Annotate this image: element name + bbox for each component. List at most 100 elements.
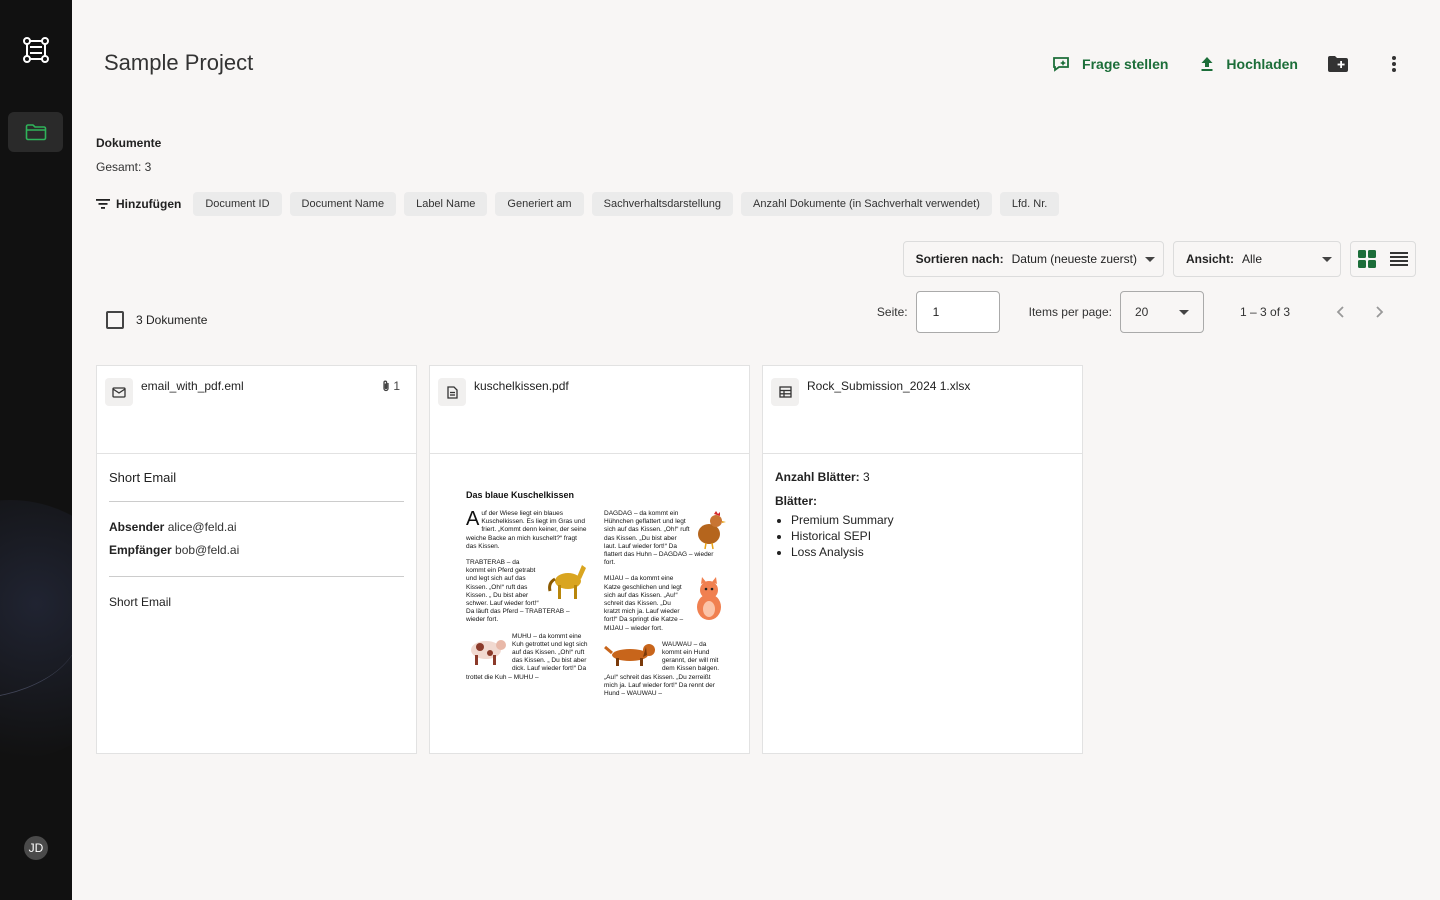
filter-chip-document-id[interactable]: Document ID: [193, 192, 282, 216]
select-all-checkbox[interactable]: [106, 311, 124, 329]
chevron-right-icon: [1376, 306, 1384, 318]
email-icon: [105, 378, 133, 406]
cat-illustration-icon: [697, 577, 721, 621]
sheet-item: Premium Summary: [791, 512, 1070, 528]
pdf-paragraph: MIJAU – da kommt eine Katze geschlichen …: [604, 575, 684, 632]
recipient-label: Empfänger: [109, 543, 172, 557]
chevron-left-icon: [1336, 306, 1344, 318]
items-per-page-value: 20: [1135, 305, 1149, 319]
pdf-page: Das blaue Kuschelkissen Auf der Wiese li…: [466, 490, 726, 706]
table-icon: [771, 378, 799, 406]
avatar[interactable]: JD: [24, 836, 48, 860]
page-range: 1 – 3 of 3: [1240, 305, 1291, 319]
sheet-count-value: 3: [863, 470, 870, 484]
sheet-item: Loss Analysis: [791, 544, 1070, 560]
list-view-button[interactable]: [1383, 242, 1415, 276]
view-value: Alle: [1242, 252, 1263, 266]
document-card[interactable]: email_with_pdf.eml 1 Short Email Absende…: [96, 365, 417, 754]
sort-view-toolbar: Sortieren nach: Datum (neueste zuerst) A…: [894, 241, 1416, 277]
page-title: Sample Project: [104, 50, 254, 75]
attachment-count-value: 1: [393, 379, 400, 393]
upload-icon: [1201, 57, 1213, 71]
filter-chip-label-name[interactable]: Label Name: [404, 192, 488, 216]
sheet-count-label: Anzahl Blätter:: [775, 470, 860, 484]
more-options-button[interactable]: [1378, 48, 1410, 80]
page-input[interactable]: [915, 291, 1000, 333]
document-card[interactable]: kuschelkissen.pdf Das blaue Kuschelkisse…: [429, 365, 750, 754]
sheet-list: Premium Summary Historical SEPI Loss Ana…: [775, 512, 1070, 560]
paperclip-icon: [383, 380, 389, 392]
page-label: Seite:: [876, 305, 908, 319]
list-view-icon: [1390, 252, 1408, 266]
grid-view-button[interactable]: [1351, 242, 1383, 276]
select-all-label: 3 Dokumente: [136, 313, 208, 327]
items-per-page-label: Items per page:: [1028, 305, 1112, 319]
more-vert-icon: [1392, 56, 1396, 72]
view-filter-select[interactable]: Ansicht: Alle: [1173, 241, 1341, 277]
recipient-value: bob@feld.ai: [175, 543, 240, 557]
document-card[interactable]: Rock_Submission_2024 1.xlsx Anzahl Blätt…: [762, 365, 1083, 754]
logo-icon[interactable]: [22, 36, 50, 64]
sort-label: Sortieren nach:: [915, 252, 1004, 266]
sheet-item: Historical SEPI: [791, 528, 1070, 544]
select-all: 3 Dokumente: [106, 311, 207, 329]
header-actions: Frage stellen Hochladen: [1020, 48, 1410, 80]
sidebar: JD: [0, 0, 72, 900]
ask-question-button[interactable]: Frage stellen: [1052, 55, 1168, 73]
sender-label: Absender: [109, 520, 165, 534]
filter-icon: [96, 199, 110, 209]
document-name[interactable]: kuschelkissen.pdf: [474, 379, 569, 393]
folder-icon: [25, 124, 46, 141]
section-title: Dokumente: [96, 136, 162, 150]
filter-chip-generated-at[interactable]: Generiert am: [495, 192, 584, 216]
sort-value: Datum (neueste zuerst): [1011, 252, 1137, 266]
add-filter-label: Hinzufügen: [116, 197, 182, 211]
filter-chip-document-count[interactable]: Anzahl Dokumente (in Sachverhalt verwend…: [741, 192, 992, 216]
sort-select[interactable]: Sortieren nach: Datum (neueste zuerst): [902, 241, 1164, 277]
filter-chip-serial-number[interactable]: Lfd. Nr.: [999, 192, 1060, 216]
upload-label: Hochladen: [1226, 56, 1298, 72]
ask-question-label: Frage stellen: [1082, 56, 1169, 72]
chevron-down-icon: [1179, 309, 1189, 315]
document-name[interactable]: Rock_Submission_2024 1.xlsx: [807, 379, 970, 393]
grid-view-icon: [1358, 250, 1376, 268]
next-page-button[interactable]: [1360, 292, 1400, 332]
sender-value: alice@feld.ai: [167, 520, 237, 534]
card-header: Rock_Submission_2024 1.xlsx: [763, 366, 1082, 454]
dog-illustration-icon: [604, 643, 655, 666]
ask-question-icon: [1053, 57, 1069, 72]
email-preview: Short Email Absender alice@feld.ai Empfä…: [97, 454, 416, 625]
items-per-page-select[interactable]: 20: [1120, 291, 1204, 333]
sidebar-item-documents[interactable]: [8, 112, 63, 152]
filter-bar: Hinzufügen Document ID Document Name Lab…: [96, 192, 1067, 216]
card-header: email_with_pdf.eml 1: [97, 366, 416, 454]
folder-plus-icon: [1328, 56, 1348, 72]
pdf-dropcap: A: [466, 508, 480, 530]
sheets-label: Blätter:: [775, 494, 818, 508]
filter-chip-case-description[interactable]: Sachverhaltsdarstellung: [591, 192, 734, 216]
document-name[interactable]: email_with_pdf.eml: [141, 379, 244, 393]
pdf-paragraph: uf der Wiese liegt ein blaues Kuschelkis…: [466, 510, 587, 550]
paginator: Seite: Items per page: 20 1 – 3 of 3: [877, 291, 1400, 333]
chevron-down-icon: [1322, 256, 1332, 262]
email-subject: Short Email: [109, 470, 404, 502]
document-icon: [438, 378, 466, 406]
new-folder-button[interactable]: [1322, 48, 1354, 80]
upload-button[interactable]: Hochladen: [1200, 56, 1298, 72]
pdf-column-left: Auf der Wiese liegt ein blaues Kuschelki…: [466, 508, 588, 706]
pdf-column-right: DAGDAG – da kommt ein Hühnchen geflatter…: [604, 510, 726, 706]
chicken-illustration-icon: [698, 511, 726, 550]
cow-illustration-icon: [471, 639, 506, 665]
email-meta: Absender alice@feld.ai Empfänger bob@fel…: [109, 502, 404, 577]
document-total: Gesamt: 3: [96, 160, 152, 174]
card-header: kuschelkissen.pdf: [430, 366, 749, 454]
add-filter-button[interactable]: Hinzufügen: [96, 197, 181, 211]
horse-illustration-icon: [548, 565, 586, 600]
previous-page-button[interactable]: [1320, 292, 1360, 332]
view-mode-toggle: [1350, 241, 1416, 277]
email-body-text: Short Email: [109, 595, 172, 609]
attachment-count: 1: [381, 379, 400, 393]
view-label: Ansicht:: [1186, 252, 1234, 266]
pdf-title: Das blaue Kuschelkissen: [466, 490, 575, 500]
filter-chip-document-name[interactable]: Document Name: [289, 192, 397, 216]
